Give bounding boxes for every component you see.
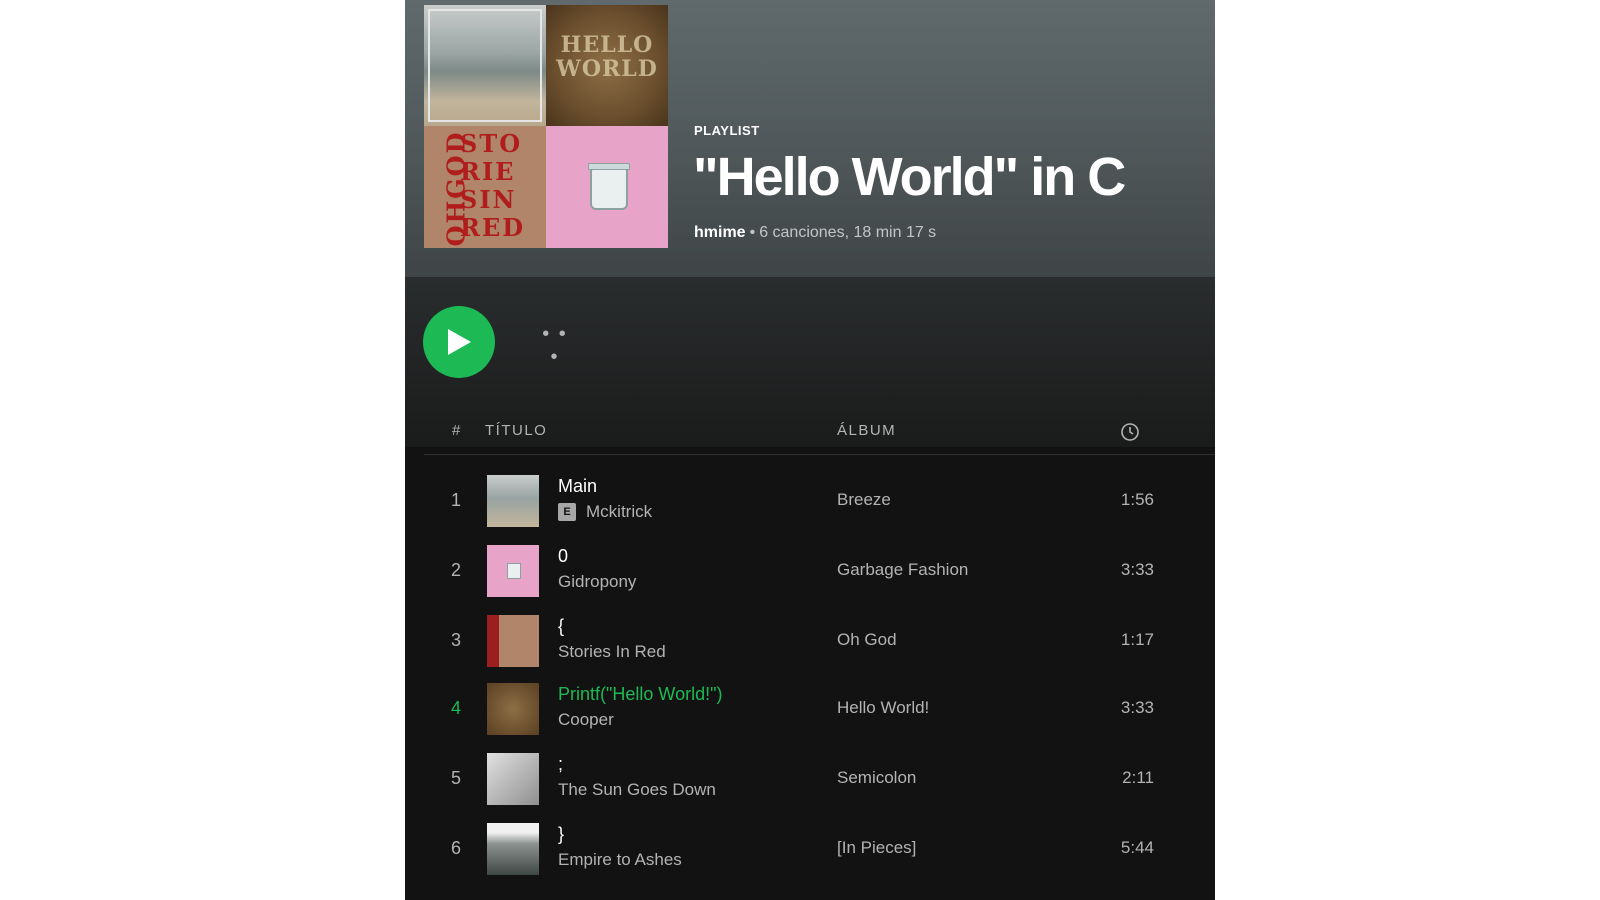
- track-artist-link[interactable]: Mckitrick: [586, 502, 652, 522]
- track-number: 3: [450, 630, 461, 650]
- meta-separator: •: [749, 224, 756, 241]
- track-artist-link[interactable]: Stories In Red: [558, 642, 666, 662]
- track-artist-link[interactable]: Empire to Ashes: [558, 850, 682, 870]
- track-title[interactable]: Printf("Hello World!"): [558, 684, 722, 705]
- trash-bin-icon: [507, 563, 521, 579]
- explicit-badge: E: [558, 503, 576, 521]
- column-title[interactable]: TÍTULO: [485, 422, 547, 439]
- track-list-header: # TÍTULO ÁLBUM: [424, 412, 1215, 455]
- track-album[interactable]: [In Pieces]: [837, 838, 916, 858]
- playlist-cover-mosaic: HELLO WORLD OHGOD STO RIE SIN RED: [424, 5, 668, 248]
- track-row[interactable]: 3 { Stories In Red Oh God 1:17: [424, 606, 1215, 676]
- track-cover: [487, 683, 539, 735]
- track-row[interactable]: 2 0 Gidropony Garbage Fashion 3:33: [424, 536, 1215, 606]
- cover-tile-oh-god: OHGOD STO RIE SIN RED: [424, 126, 546, 248]
- playlist-stats: 6 canciones, 18 min 17 s: [759, 224, 937, 241]
- playlist-meta: hmime • 6 canciones, 18 min 17 s: [694, 224, 936, 242]
- track-album[interactable]: Semicolon: [837, 768, 916, 788]
- track-duration: 3:33: [1120, 698, 1154, 717]
- track-duration: 1:17: [1120, 630, 1154, 649]
- column-album[interactable]: ÁLBUM: [837, 422, 896, 439]
- track-artist-link[interactable]: Cooper: [558, 710, 614, 730]
- play-button[interactable]: [423, 306, 495, 378]
- cover-tile-garbage-fashion: [546, 126, 668, 248]
- column-number: #: [452, 422, 462, 439]
- trash-bin-icon: [588, 163, 630, 210]
- track-number: 2: [450, 560, 461, 580]
- track-duration: 5:44: [1120, 838, 1154, 857]
- track-artist: E Mckitrick: [558, 502, 652, 522]
- playlist-owner-link[interactable]: hmime: [694, 224, 746, 241]
- playlist-panel: HELLO WORLD OHGOD STO RIE SIN RED PLAYLI…: [405, 0, 1215, 900]
- track-row-playing[interactable]: 4 Printf("Hello World!") Cooper Hello Wo…: [424, 674, 1215, 744]
- track-row[interactable]: 5 ; The Sun Goes Down Semicolon 2:11: [424, 744, 1215, 814]
- cover-tile-hello-world: HELLO WORLD: [546, 5, 668, 126]
- track-album[interactable]: Hello World!: [837, 698, 929, 718]
- playlist-type-label: PLAYLIST: [694, 123, 760, 138]
- track-row[interactable]: 1 Main E Mckitrick Breeze 1:56: [424, 466, 1215, 536]
- track-album[interactable]: Oh God: [837, 630, 897, 650]
- track-row[interactable]: 6 } Empire to Ashes [In Pieces] 5:44: [424, 814, 1215, 884]
- track-number: 4: [450, 698, 461, 718]
- track-title[interactable]: }: [558, 824, 564, 845]
- cover-tile-breeze: [424, 5, 546, 126]
- track-title[interactable]: Main: [558, 476, 597, 497]
- playlist-header: HELLO WORLD OHGOD STO RIE SIN RED PLAYLI…: [405, 0, 1215, 277]
- more-options-button[interactable]: • • •: [535, 323, 575, 368]
- play-icon: [448, 329, 471, 355]
- track-album[interactable]: Garbage Fashion: [837, 560, 968, 580]
- cover-stripe: [487, 615, 499, 667]
- cover-tile-hello-world-text: HELLO WORLD: [556, 32, 658, 82]
- track-title[interactable]: {: [558, 616, 564, 637]
- track-number: 6: [450, 838, 461, 858]
- cover-tile-oh-god-text: STO RIE SIN RED: [460, 129, 526, 242]
- track-number: 5: [450, 768, 461, 788]
- track-artist-link[interactable]: Gidropony: [558, 572, 636, 592]
- track-artist-link[interactable]: The Sun Goes Down: [558, 780, 716, 800]
- track-album[interactable]: Breeze: [837, 490, 891, 510]
- track-title[interactable]: 0: [558, 546, 568, 567]
- track-cover: [487, 615, 539, 667]
- track-cover: [487, 753, 539, 805]
- playlist-title: "Hello World" in C: [693, 147, 1126, 207]
- track-number: 1: [450, 490, 461, 510]
- track-cover: [487, 823, 539, 875]
- track-cover: [487, 545, 539, 597]
- track-title[interactable]: ;: [558, 754, 563, 775]
- track-duration: 3:33: [1120, 560, 1154, 579]
- track-cover: [487, 475, 539, 527]
- track-duration: 2:11: [1122, 768, 1154, 787]
- track-duration: 1:56: [1120, 490, 1154, 509]
- clock-icon[interactable]: [1120, 422, 1140, 446]
